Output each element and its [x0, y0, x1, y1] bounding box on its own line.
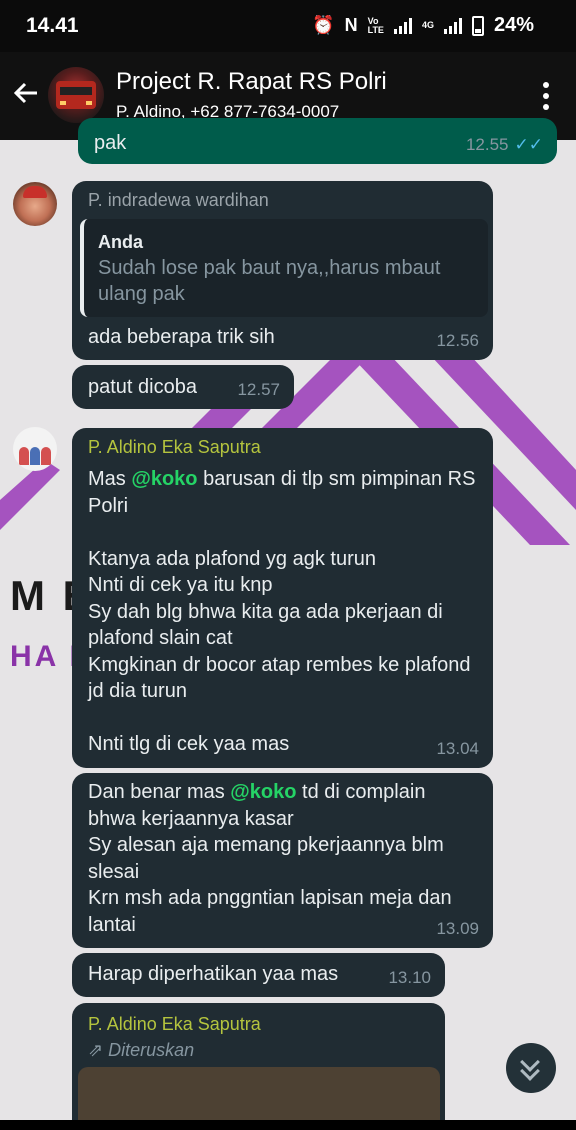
message-bubble[interactable]: P. indradewa wardihan Anda Sudah lose pa… [72, 181, 493, 360]
more-vert-icon[interactable] [542, 82, 550, 110]
message-bubble[interactable]: Dan benar mas @koko td di complain bhwa … [72, 773, 493, 948]
status-icons: ⏰ N Vo LTE 4G 24% [312, 14, 534, 37]
message-line: Kmgkinan dr bocor atap rembes ke plafond… [88, 653, 471, 703]
message-time: 12.56 [436, 330, 479, 350]
avatar[interactable] [13, 427, 57, 471]
quote-author: Anda [98, 232, 143, 252]
message-time: 13.09 [436, 918, 479, 938]
message-time: 12.57 [237, 379, 280, 399]
sender-name[interactable]: P. indradewa wardihan [88, 188, 269, 212]
nfc-icon: N [344, 15, 358, 35]
scroll-down-icon [506, 1043, 556, 1093]
message-text: Harap diperhatikan yaa mas [88, 963, 339, 985]
alarm-icon: ⏰ [312, 15, 335, 35]
message-bubble-outgoing[interactable]: pak 12.55 ✓✓ [78, 118, 557, 164]
bottom-edge [0, 1120, 576, 1130]
message-bubble[interactable]: P. Aldino Eka Saputra Mas @koko barusan … [72, 428, 493, 768]
message-text: Dan benar mas @koko td di complain bhwa … [88, 779, 478, 938]
sender-name[interactable]: P. Aldino Eka Saputra [88, 435, 261, 459]
message-line: Dan benar mas @koko td di complain bhwa … [88, 781, 426, 830]
message-line: Ktanya ada plafond yg agk turun [88, 547, 376, 570]
message-bubble[interactable]: patut dicoba 12.57 [72, 365, 294, 409]
signal-2-icon [443, 17, 462, 34]
group-avatar[interactable] [48, 67, 104, 123]
forwarded-label: ⇗ Diteruskan [88, 1040, 195, 1060]
message-line: Krn msh ada pnggntian lapisan meja dan l… [88, 887, 452, 936]
mention[interactable]: @koko [131, 468, 197, 490]
message-line: Sy dah blg bhwa kita ga ada pkerjaan di … [88, 600, 443, 650]
volte-icon: Vo LTE [367, 16, 384, 35]
message-text: pak [94, 132, 127, 154]
battery-icon [471, 15, 484, 36]
back-arrow-icon[interactable] [10, 78, 42, 110]
mention[interactable]: @koko [230, 781, 296, 803]
message-text: Mas @koko barusan di tlp sm pimpinan RS … [88, 466, 478, 758]
message-line: Nnti tlg di cek yaa mas [88, 733, 290, 755]
quoted-message[interactable]: Anda Sudah lose pak baut nya,,harus mbau… [80, 219, 488, 317]
double-tick-icon: ✓✓ [514, 134, 544, 154]
status-time: 14.41 [26, 14, 79, 37]
message-time: 13.10 [388, 967, 431, 987]
status-bar: 14.41 ⏰ N Vo LTE 4G 24% [0, 0, 576, 52]
chat-title[interactable]: Project R. Rapat RS Polri [116, 68, 387, 96]
sender-name[interactable]: P. Aldino Eka Saputra [88, 1012, 261, 1036]
message-bubble[interactable]: Harap diperhatikan yaa mas 13.10 [72, 953, 445, 997]
message-line: Sy alesan aja memang pkerjaannya blm sle… [88, 834, 444, 883]
quote-text: Sudah lose pak baut nya,,harus mbaut ula… [98, 257, 441, 305]
avatar[interactable] [13, 182, 57, 226]
signal-icon [393, 17, 412, 34]
message-time: 12.55 ✓✓ [465, 134, 544, 154]
battery-percent: 24% [493, 14, 534, 36]
scroll-down-button[interactable] [506, 1043, 556, 1093]
message-time: 13.04 [436, 738, 479, 758]
message-text: patut dicoba [88, 376, 197, 398]
message-line: Mas @koko barusan di tlp sm pimpinan RS … [88, 468, 476, 517]
message-line: Nnti di cek ya itu knp [88, 574, 273, 596]
forward-icon: ⇗ [88, 1040, 109, 1060]
network-type: 4G [421, 20, 434, 30]
message-text: ada beberapa trik sih [88, 326, 275, 348]
volte-bottom: LTE [367, 24, 384, 35]
message-bubble-forwarded[interactable]: P. Aldino Eka Saputra ⇗ Diteruskan [72, 1003, 445, 1130]
